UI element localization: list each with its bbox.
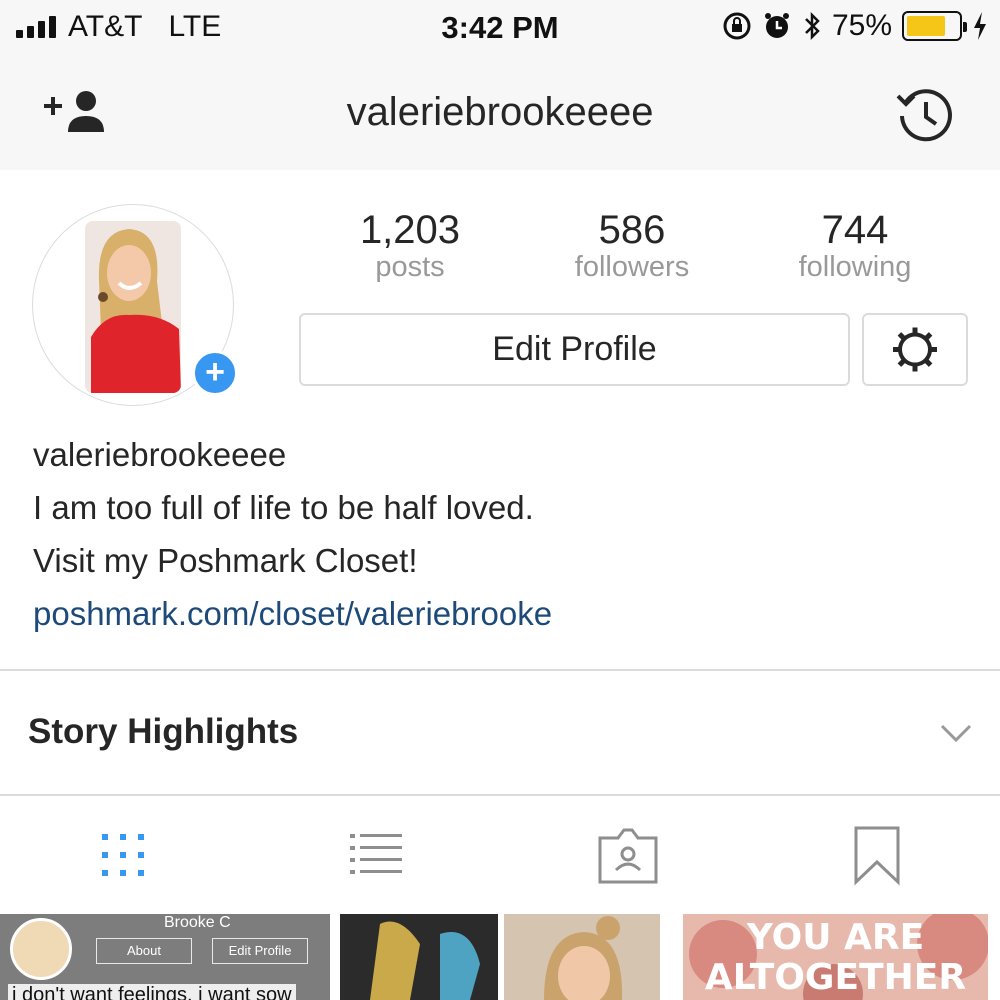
alarm-icon	[764, 13, 789, 38]
bio-line-1: I am too full of life to be half loved.	[33, 489, 534, 526]
battery-icon	[902, 11, 967, 41]
post-image	[504, 914, 660, 1000]
edit-profile-button[interactable]: Edit Profile	[299, 313, 850, 386]
bio-name: valeriebrookeeee	[33, 436, 287, 473]
stat-followers-value: 586	[598, 208, 666, 252]
stat-following-value: 744	[821, 208, 889, 252]
stat-followers[interactable]: 586 followers	[532, 208, 732, 284]
status-right: 75%	[722, 9, 988, 43]
add-story-button[interactable]: +	[192, 350, 238, 396]
charging-icon	[974, 12, 986, 40]
grid-post[interactable]: Brooke C About Edit Profile i don't want…	[0, 914, 330, 1000]
grid-icon	[102, 834, 144, 876]
thumb-avatar	[10, 918, 72, 980]
nav-title: valeriebrookeeee	[346, 90, 654, 134]
gear-icon	[893, 327, 937, 372]
grid-post[interactable]: YOU ARE ALTOGETHER	[683, 914, 988, 1000]
tab-list[interactable]	[346, 824, 406, 888]
chevron-down-icon[interactable]	[938, 714, 974, 750]
battery-percent: 75%	[831, 9, 892, 42]
divider	[0, 669, 1000, 671]
bookmark-icon	[854, 826, 900, 886]
post-image	[340, 914, 498, 1000]
history-button[interactable]	[894, 84, 956, 146]
rotation-lock-icon	[723, 12, 751, 40]
stat-posts[interactable]: 1,203 posts	[310, 208, 510, 284]
bluetooth-icon	[805, 11, 820, 41]
tab-saved[interactable]	[852, 824, 902, 888]
nav-bar: valeriebrookeeee	[0, 58, 1000, 170]
thumb-quote: YOU ARE ALTOGETHER	[683, 918, 988, 998]
bio-line-2: Visit my Poshmark Closet!	[33, 542, 418, 579]
tab-tagged[interactable]	[596, 824, 660, 888]
profile-bio: valeriebrookeeee I am too full of life t…	[33, 428, 973, 640]
stat-following[interactable]: 744 following	[755, 208, 955, 284]
tagged-icon	[598, 828, 658, 884]
thumb-caption: i don't want feelings. i want sow	[8, 984, 296, 1000]
list-icon	[350, 834, 402, 874]
grid-post[interactable]	[504, 914, 660, 1000]
thumb-edit: Edit Profile	[212, 938, 308, 964]
settings-button[interactable]	[862, 313, 968, 386]
thumb-about: About	[96, 938, 192, 964]
stat-following-label: following	[798, 251, 912, 283]
grid-post[interactable]	[340, 914, 498, 1000]
history-icon	[896, 89, 952, 142]
thumb-quote-line-1: YOU ARE	[746, 917, 925, 958]
bio-link[interactable]: poshmark.com/closet/valeriebrooke	[33, 587, 973, 640]
thumb-quote-line-2: ALTOGETHER	[704, 957, 967, 998]
stat-posts-value: 1,203	[359, 208, 461, 252]
stat-posts-label: posts	[375, 251, 445, 283]
avatar-photo	[85, 221, 181, 393]
status-bar: AT&T LTE 3:42 PM 75%	[0, 0, 1000, 58]
divider	[0, 794, 1000, 796]
story-highlights-label[interactable]: Story Highlights	[28, 712, 298, 752]
thumb-name: Brooke C	[164, 914, 231, 931]
stat-followers-label: followers	[574, 251, 690, 283]
tab-grid[interactable]	[96, 824, 156, 888]
